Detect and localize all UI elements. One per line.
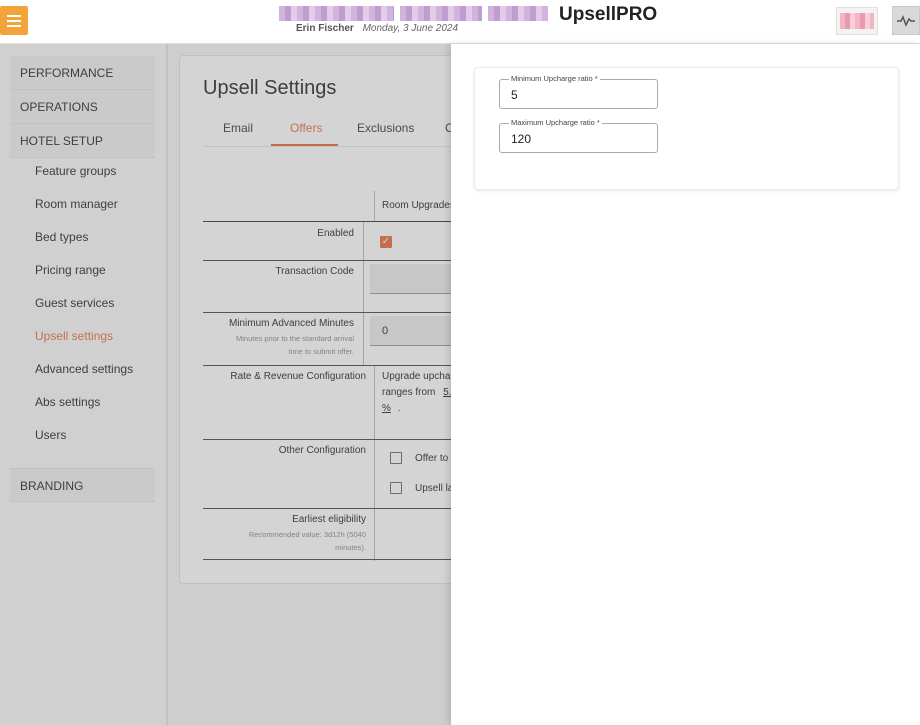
- max-upcharge-ratio-value[interactable]: 120: [511, 132, 531, 146]
- min-upcharge-ratio-value[interactable]: 5: [511, 88, 518, 102]
- row-label-earliest-eligibility: Earliest eligibility: [292, 514, 366, 525]
- upsell-late-checkbox[interactable]: [390, 482, 402, 494]
- table-rule: [203, 312, 468, 313]
- row-sub-earliest-2: minutes).: [335, 543, 366, 552]
- sidebar-item-pricing-range[interactable]: Pricing range: [35, 263, 106, 277]
- table-rule: [203, 508, 468, 509]
- sidebar-section-performance[interactable]: PERFORMANCE: [10, 56, 155, 90]
- sidebar-item-bed-types[interactable]: Bed types: [35, 230, 88, 244]
- hamburger-menu-icon[interactable]: [0, 6, 28, 35]
- upsell-settings-card: Upsell Settings Email Offers Exclusions …: [179, 55, 469, 584]
- page-title: Upsell Settings: [203, 77, 337, 99]
- ratio-form-card: Minimum Upcharge ratio * 5 Maximum Upcha…: [474, 67, 899, 190]
- user-info: Erin Fischer Monday, 3 June 2024: [296, 23, 458, 34]
- redacted-block: [400, 6, 482, 21]
- table-divider: [363, 222, 364, 365]
- offer-to-checkbox[interactable]: [390, 452, 402, 464]
- enabled-checkbox[interactable]: ✓: [380, 236, 392, 248]
- sidebar-item-feature-groups[interactable]: Feature groups: [35, 164, 116, 178]
- tab-email[interactable]: Email: [223, 121, 253, 135]
- sidebar-item-advanced-settings[interactable]: Advanced settings: [35, 362, 133, 376]
- sidebar-item-guest-services[interactable]: Guest services: [35, 296, 114, 310]
- row-sub-min-advanced-1: Minutes prior to the standard arrival: [236, 334, 354, 343]
- sidebar-item-room-manager[interactable]: Room manager: [35, 197, 118, 211]
- table-rule: [203, 221, 468, 222]
- row-label-transaction-code: Transaction Code: [275, 266, 354, 277]
- row-sub-min-advanced-2: time to submit offer.: [288, 347, 354, 356]
- row-label-rate-revenue: Rate & Revenue Configuration: [230, 371, 366, 382]
- max-upcharge-ratio-label: Maximum Upcharge ratio *: [509, 118, 602, 128]
- row-sub-earliest-1: Recommended value: 3d12h (5040: [248, 530, 366, 539]
- min-upcharge-ratio-label: Minimum Upcharge ratio *: [509, 74, 600, 84]
- table-rule: [203, 439, 468, 440]
- active-tab-indicator: [271, 144, 338, 146]
- upsell-late-label: Upsell la: [415, 483, 454, 494]
- tab-offers[interactable]: Offers: [290, 121, 322, 135]
- sidebar-item-abs-settings[interactable]: Abs settings: [35, 395, 100, 409]
- hotel-name-redacted: [279, 6, 548, 21]
- language-flag-button[interactable]: [836, 7, 878, 35]
- settings-tabs: Email Offers Exclusions C: [203, 111, 468, 147]
- min-upcharge-ratio-field[interactable]: Minimum Upcharge ratio * 5: [499, 74, 658, 109]
- table-rule: [203, 365, 468, 366]
- top-header: UpsellPRO Erin Fischer Monday, 3 June 20…: [0, 0, 920, 44]
- rate-revenue-line3: % .: [382, 403, 400, 414]
- user-name: Erin Fischer: [296, 23, 354, 34]
- rate-revenue-line2: ranges from 5.5: [382, 387, 457, 398]
- row-label-enabled: Enabled: [317, 228, 354, 239]
- row-label-other-config: Other Configuration: [278, 445, 366, 456]
- rate-revenue-suffix: .: [397, 403, 401, 414]
- sidebar-section-branding[interactable]: BRANDING: [10, 468, 155, 502]
- activity-icon[interactable]: [892, 6, 920, 35]
- column-header-room-upgrades: Room Upgrades: [382, 200, 455, 211]
- table-divider: [374, 191, 375, 221]
- upcharge-ratio-panel: Minimum Upcharge ratio * 5 Maximum Upcha…: [451, 44, 920, 725]
- flag-icon: [840, 13, 874, 29]
- table-divider: [374, 365, 375, 561]
- current-date: Monday, 3 June 2024: [362, 23, 459, 34]
- sidebar-section-hotel-setup[interactable]: HOTEL SETUP: [10, 124, 155, 158]
- table-rule: [203, 559, 468, 560]
- app-name: UpsellPRO: [559, 4, 658, 25]
- row-label-min-advanced: Minimum Advanced Minutes: [228, 318, 354, 329]
- sidebar-item-upsell-settings[interactable]: Upsell settings: [35, 329, 113, 343]
- max-ratio-link[interactable]: %: [382, 403, 391, 414]
- max-upcharge-ratio-field[interactable]: Maximum Upcharge ratio * 120: [499, 118, 658, 153]
- rate-revenue-prefix: ranges from: [382, 387, 436, 398]
- tab-exclusions[interactable]: Exclusions: [357, 121, 414, 135]
- redacted-block: [488, 6, 548, 21]
- sidebar: PERFORMANCE OPERATIONS HOTEL SETUP Featu…: [0, 44, 168, 725]
- rate-revenue-line1: Upgrade upchar: [382, 371, 454, 382]
- table-rule: [203, 260, 468, 261]
- offer-to-label: Offer to: [415, 453, 449, 464]
- sidebar-item-users[interactable]: Users: [35, 428, 66, 442]
- sidebar-section-operations[interactable]: OPERATIONS: [10, 90, 155, 124]
- redacted-block: [279, 6, 394, 21]
